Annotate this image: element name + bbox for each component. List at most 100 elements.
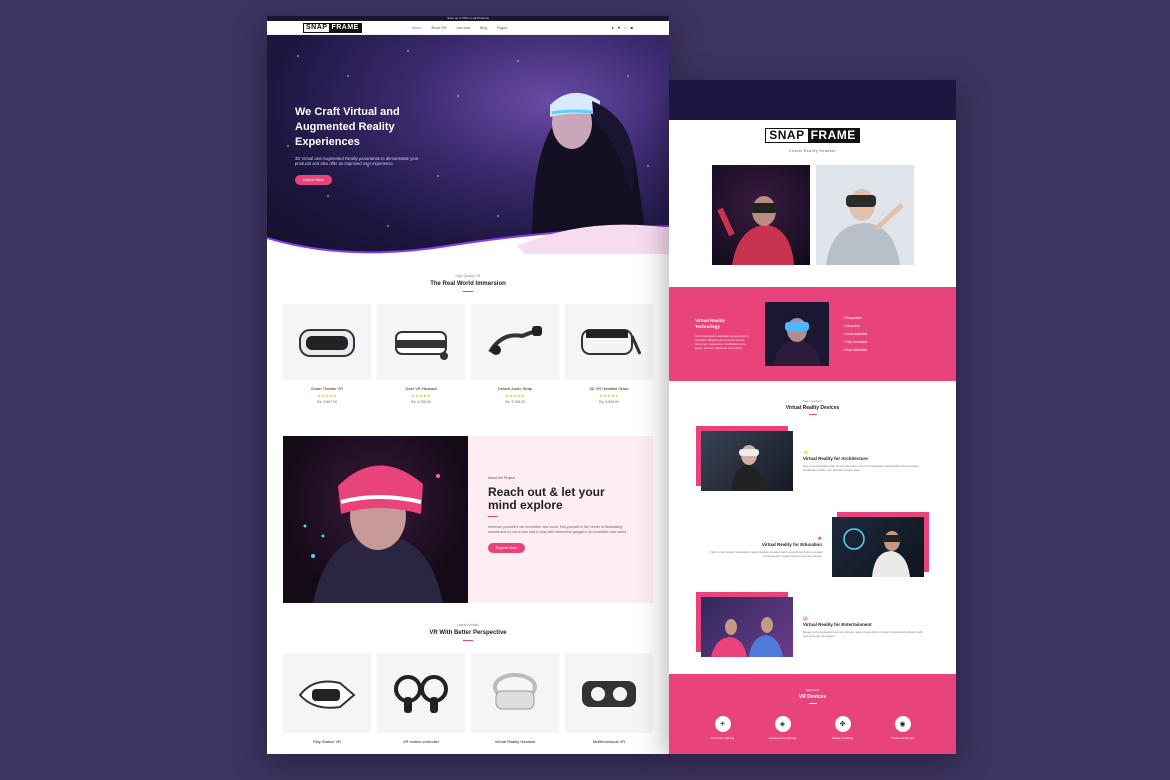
feature-education: ✺ Virtual Reality for Education Nemo eni… [669,512,956,577]
menu-item-pages[interactable]: Pages [497,26,507,30]
section-eyebrow: High-Tech [805,688,820,692]
homepage-preview: Save up to 50% on all Products SNAP FRAM… [267,16,669,754]
device-feature-item: ◉ Positional Sensor [888,716,918,740]
feature-text: ▤ Virtual Reality for Entertainment Nequ… [803,616,924,638]
section-divider [463,291,473,292]
main-menu: Home About VR Join now Blog Pages [412,26,507,30]
product-name[interactable]: Play Station VR [283,739,371,744]
vr-player-image [711,165,810,265]
product-card[interactable]: Play Station VR [283,653,371,744]
feature-list-item: Most Affordable [843,346,867,354]
rating-stars: ★★★★★ [505,393,525,398]
product-card[interactable]: VR motion controller [377,653,465,744]
motion-controller-icon [377,653,465,733]
section-title: The Real World Immersion [430,281,506,287]
product-grid: Smart Theater VR ★★★★★ Rs. 3,697.00 Gear… [267,304,669,404]
hero-banner: We Craft Virtual and Augmented Reality E… [267,35,669,254]
logo-part-1: SNAP [769,128,805,142]
device-feature-label: Fastened Rendering [768,736,797,740]
site-logo[interactable]: SNAP FRAME [303,22,362,33]
product-card[interactable]: Multifunctional VR [565,653,653,744]
band-text: Virtual Reality Technology Sed ante ipsu… [695,318,751,351]
hero-explore-button[interactable]: Explore More [295,174,332,185]
section-immersion-header: High Quality VR The Real World Immersion [267,274,669,292]
band-text-body: Sed ante ipsum vulputate lectus porta ut… [695,333,749,351]
lighting-icon: ☀ [714,716,731,732]
section-divider [463,640,473,641]
vr-headset-icon [565,653,653,733]
heart-icon[interactable]: ♥ [618,25,620,30]
vr-headset-icon [283,304,371,380]
site-logo[interactable]: SNAP FRAME [765,128,860,143]
product-price: Rs. 3,528.00 [599,400,619,404]
section-title: Virtual Reality Devices [785,405,840,411]
logo-part-1: SNAP [306,23,328,31]
feature-title: Virtual Reality for Entertainment [803,621,872,627]
education-image [832,512,929,577]
product-card[interactable]: Gear VR Headset ★★★★★ Rs. 3,238.00 [377,304,465,404]
device-feature-label: Motion Tracking [831,736,854,740]
rating-stars: ★★★★★ [411,393,431,398]
rating-stars: ★★★★★ [599,393,619,398]
about-divider [488,516,498,517]
product-name[interactable]: Smart Theater VR [283,386,371,391]
hero-content: We Craft Virtual and Augmented Reality E… [295,105,435,186]
product-name[interactable]: Virtual Reality Headset [471,739,559,744]
sensor-icon: ◉ [894,716,911,732]
feature-text-body: Nemo enim ipsam voluptatem quia voluptas… [710,549,822,558]
section-eyebrow: Latest Arrivals [457,623,479,627]
vr-devices-band: High-Tech VR Devices ☀ Dynamic Lighting … [669,674,956,754]
landing-preview: SNAP FRAME Virtual Reality Headset Virtu… [669,80,956,754]
hero-image-pair [669,165,956,265]
device-feature-item: ◈ Fastened Rendering [768,716,798,740]
product-card[interactable]: 3D VR Headset Glass ★★★★★ Rs. 3,528.00 [565,304,653,404]
product-name[interactable]: Deluxe Audio Strap [471,386,559,391]
user-icon[interactable]: ● [611,25,613,30]
feature-text-body: Neque porro quisquam est qui dolorem ips… [803,629,923,638]
audio-strap-icon [471,304,559,380]
cart-icon[interactable]: ■ [631,25,633,30]
about-section: About the Project Reach out & let your m… [283,436,653,603]
vr-headset-icon [471,653,559,733]
search-icon[interactable]: ○ [624,25,626,30]
feature-list-item: Responsive [843,314,867,322]
product-name[interactable]: VR motion controller [377,739,465,744]
entertainment-image [696,592,793,657]
menu-item-join[interactable]: Join now [456,26,470,30]
logo-area: SNAP FRAME Virtual Reality Headset [669,126,956,153]
section-title: VR With Better Perspective [429,630,507,636]
feature-list-item: Fully Immersive [843,338,867,346]
section-eyebrow: New Headsets [802,399,823,403]
vr-woman-image [532,92,647,243]
section-eyebrow: High Quality VR [455,274,481,278]
device-feature-label: Dynamic Lighting [710,736,734,740]
vr-woman-image [815,165,914,265]
motion-icon: ✥ [834,716,851,732]
logo-part-2: FRAME [329,23,361,32]
architecture-image [696,426,793,491]
menu-item-about[interactable]: About VR [431,26,446,30]
hero-wave [267,224,669,254]
feature-text: ✺ Virtual Reality for Education Nemo eni… [701,536,822,558]
feature-list-item: Home Assistant [843,330,867,338]
product-price: Rs. 3,238.00 [411,400,431,404]
product-name[interactable]: Multifunctional VR [565,739,653,744]
about-explore-button[interactable]: Explore More [488,543,525,553]
product-name[interactable]: Gear VR Headset [377,386,465,391]
product-card[interactable]: Virtual Reality Headset [471,653,559,744]
logo-tagline: Virtual Reality Headset [788,149,837,153]
about-eyebrow: About the Project [488,476,515,480]
product-card[interactable]: Deluxe Audio Strap ★★★★★ Rs. 3,238.00 [471,304,559,404]
product-card[interactable]: Smart Theater VR ★★★★★ Rs. 3,697.00 [283,304,371,404]
device-feature-item: ✥ Motion Tracking [828,716,858,740]
feature-text: ⚡ Virtual Reality for Architecture Sed u… [803,450,924,472]
menu-item-home[interactable]: Home [412,26,421,30]
feature-title: Virtual Reality for Architecture [803,455,868,461]
section-perspective-header: Latest Arrivals VR With Better Perspecti… [267,623,669,641]
vr-man-image [283,436,468,603]
menu-item-blog[interactable]: Blog [480,26,487,30]
vr-headset-icon [565,304,653,380]
top-banner [669,80,956,120]
product-name[interactable]: 3D VR Headset Glass [565,386,653,391]
vr-headset-icon [283,653,371,733]
